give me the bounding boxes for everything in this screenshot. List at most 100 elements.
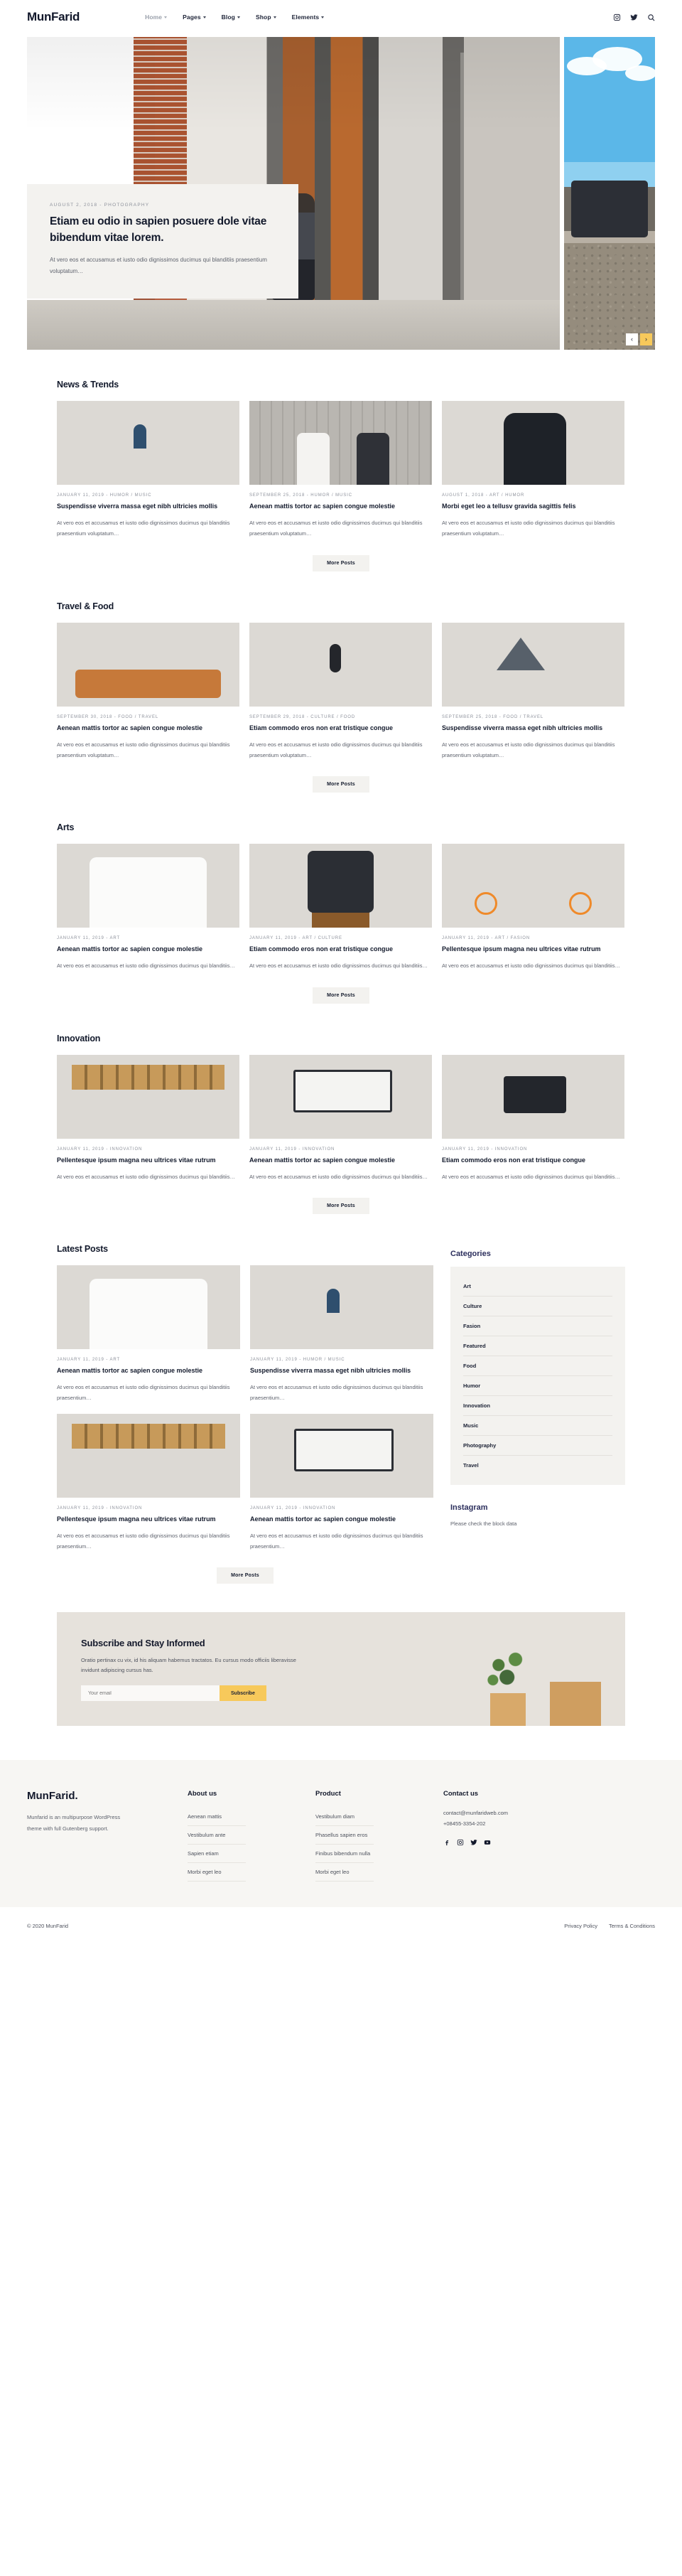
post-thumbnail[interactable]: [249, 844, 432, 928]
nav-item-home[interactable]: Home: [145, 14, 168, 21]
footer-link[interactable]: Vestibulum diam: [315, 1808, 374, 1827]
post-card[interactable]: JANUARY 11, 2019 - INNOVATION Aenean matt…: [249, 1054, 432, 1182]
post-thumbnail[interactable]: [57, 1054, 239, 1139]
more-posts-button[interactable]: More Posts: [313, 987, 369, 1004]
post-title[interactable]: Pellentesque ipsum magna neu ultrices vi…: [442, 945, 624, 955]
post-card[interactable]: AUGUST 1, 2018 - ART / HUMOR Morbi eget l…: [442, 401, 624, 540]
post-thumbnail[interactable]: [442, 622, 624, 707]
search-icon[interactable]: [647, 14, 655, 21]
post-title[interactable]: Aenean mattis tortor ac sapien congue mo…: [57, 1366, 240, 1376]
post-thumbnail[interactable]: [57, 622, 239, 707]
footer-link[interactable]: Sapien etiam: [188, 1845, 246, 1864]
subscribe-button[interactable]: Subscribe: [220, 1685, 266, 1702]
category-item[interactable]: Culture: [463, 1297, 612, 1316]
section-title: News & Trends: [57, 380, 119, 390]
post-title[interactable]: Morbi eget leo a tellusv gravida sagitti…: [442, 502, 624, 512]
more-posts-button[interactable]: More Posts: [313, 554, 369, 571]
post-title[interactable]: Etiam commodo eros non erat tristique co…: [249, 945, 432, 955]
post-thumbnail[interactable]: [57, 1413, 240, 1498]
hero-next-button[interactable]: ›: [640, 333, 652, 345]
footer-link[interactable]: Phasellus sapien eros: [315, 1826, 374, 1845]
post-title[interactable]: Pellentesque ipsum magna neu ultrices vi…: [57, 1156, 239, 1166]
twitter-icon[interactable]: [630, 14, 638, 21]
more-posts-button[interactable]: More Posts: [313, 1198, 369, 1214]
post-title[interactable]: Aenean mattis tortor ac sapien congue mo…: [249, 502, 432, 512]
post-card[interactable]: SEPTEMBER 25, 2018 - FOOD / TRAVEL Suspen…: [442, 622, 624, 761]
post-card[interactable]: SEPTEMBER 25, 2018 - HUMOR / MUSIC Aenean…: [249, 401, 432, 540]
post-meta: JANUARY 11, 2019 - INNOVATION: [57, 1506, 143, 1510]
post-card[interactable]: JANUARY 11, 2019 - ART / FASION Pellentes…: [442, 844, 624, 971]
category-item[interactable]: Music: [463, 1416, 612, 1436]
instagram-icon[interactable]: [613, 14, 621, 21]
post-thumbnail[interactable]: [57, 1265, 240, 1349]
post-thumbnail[interactable]: [250, 1265, 433, 1349]
post-title[interactable]: Suspendisse viverra massa eget nibh ultr…: [250, 1366, 433, 1376]
post-thumbnail[interactable]: [250, 1413, 433, 1498]
post-card[interactable]: JANUARY 11, 2019 - INNOVATION Etiam commo…: [442, 1054, 624, 1182]
twitter-icon[interactable]: [470, 1839, 477, 1846]
post-title[interactable]: Aenean mattis tortor ac sapien congue mo…: [57, 945, 239, 955]
post-card[interactable]: JANUARY 11, 2019 - ART Aenean mattis tort…: [57, 1265, 240, 1404]
post-card[interactable]: JANUARY 11, 2019 - ART Aenean mattis tort…: [57, 844, 239, 971]
hero-caption-card: AUGUST 2, 2018 - PHOTOGRAPHY Etiam eu od…: [27, 184, 298, 299]
site-footer: MunFarid. Munfarid is an multipurpose Wo…: [0, 1760, 682, 1908]
post-title[interactable]: Suspendisse viverra massa eget nibh ultr…: [57, 502, 239, 512]
site-brand[interactable]: MunFarid: [27, 10, 80, 24]
post-title[interactable]: Suspendisse viverra massa eget nibh ultr…: [442, 724, 624, 734]
post-card[interactable]: SEPTEMBER 29, 2018 - CULTURE / FOOD Etiam…: [249, 622, 432, 761]
category-item[interactable]: Innovation: [463, 1396, 612, 1416]
nav-item-pages[interactable]: Pages: [183, 14, 206, 21]
footer-bottom-link[interactable]: Terms & Conditions: [609, 1923, 655, 1929]
instagram-icon[interactable]: [457, 1839, 464, 1846]
post-title[interactable]: Etiam commodo eros non erat tristique co…: [442, 1156, 624, 1166]
hero-prev-button[interactable]: ‹: [626, 333, 638, 345]
post-card[interactable]: JANUARY 11, 2019 - ART / CULTURE Etiam co…: [249, 844, 432, 971]
post-title[interactable]: Aenean mattis tortor ac sapien congue mo…: [250, 1515, 433, 1525]
post-thumbnail[interactable]: [249, 401, 432, 485]
post-thumbnail[interactable]: [249, 1054, 432, 1139]
category-item[interactable]: Photography: [463, 1436, 612, 1456]
hero-main-slide[interactable]: AUGUST 2, 2018 - PHOTOGRAPHY Etiam eu od…: [27, 37, 560, 350]
post-thumbnail[interactable]: [442, 1054, 624, 1139]
nav-item-elements[interactable]: Elements: [292, 14, 325, 21]
post-thumbnail[interactable]: [57, 401, 239, 485]
post-thumbnail[interactable]: [442, 401, 624, 485]
post-card[interactable]: JANUARY 11, 2019 - HUMOR / MUSIC Suspendi…: [57, 401, 239, 540]
post-title[interactable]: Aenean mattis tortor ac sapien congue mo…: [57, 724, 239, 734]
footer-link[interactable]: Aenean mattis: [188, 1808, 246, 1827]
post-card[interactable]: JANUARY 11, 2019 - INNOVATION Pellentesqu…: [57, 1054, 239, 1182]
category-item[interactable]: Art: [463, 1277, 612, 1297]
more-posts-button[interactable]: More Posts: [313, 776, 369, 793]
post-card[interactable]: JANUARY 11, 2019 - HUMOR / MUSIC Suspendi…: [250, 1265, 433, 1404]
post-card[interactable]: JANUARY 11, 2019 - INNOVATION Aenean matt…: [250, 1413, 433, 1552]
post-thumbnail[interactable]: [249, 622, 432, 707]
hero-title[interactable]: Etiam eu odio in sapien posuere dole vit…: [50, 214, 276, 246]
category-item[interactable]: Travel: [463, 1456, 612, 1475]
facebook-icon[interactable]: [443, 1839, 450, 1846]
nav-item-shop[interactable]: Shop: [256, 14, 276, 21]
footer-link[interactable]: Finibus bibendum nulla: [315, 1845, 374, 1864]
post-title[interactable]: Etiam commodo eros non erat tristique co…: [249, 724, 432, 734]
footer-link[interactable]: Morbi eget leo: [315, 1863, 374, 1882]
post-thumbnail[interactable]: [442, 844, 624, 928]
footer-email[interactable]: contact@munfaridweb.com: [443, 1808, 571, 1818]
footer-phone[interactable]: +08455-3354-202: [443, 1818, 571, 1829]
post-title[interactable]: Pellentesque ipsum magna neu ultrices vi…: [57, 1515, 240, 1525]
footer-bottom-link[interactable]: Privacy Policy: [564, 1923, 597, 1929]
youtube-icon[interactable]: [484, 1839, 491, 1846]
category-item[interactable]: Humor: [463, 1376, 612, 1396]
category-item[interactable]: Fasion: [463, 1316, 612, 1336]
footer-link[interactable]: Morbi eget leo: [188, 1863, 246, 1882]
category-item[interactable]: Featured: [463, 1336, 612, 1356]
post-excerpt: At vero eos et accusamus et iusto odio d…: [57, 1383, 230, 1402]
latest-more-posts-button[interactable]: More Posts: [217, 1567, 274, 1584]
footer-link[interactable]: Vestibulum ante: [188, 1826, 246, 1845]
post-thumbnail[interactable]: [57, 844, 239, 928]
category-item[interactable]: Food: [463, 1356, 612, 1376]
post-card[interactable]: JANUARY 11, 2019 - INNOVATION Pellentesqu…: [57, 1413, 240, 1552]
nav-item-blog[interactable]: Blog: [222, 14, 240, 21]
subscribe-email-input[interactable]: [81, 1685, 220, 1702]
post-title[interactable]: Aenean mattis tortor ac sapien congue mo…: [249, 1156, 432, 1166]
hero-side-slide[interactable]: ‹ ›: [564, 37, 655, 350]
post-card[interactable]: SEPTEMBER 30, 2018 - FOOD / TRAVEL Aenean…: [57, 622, 239, 761]
